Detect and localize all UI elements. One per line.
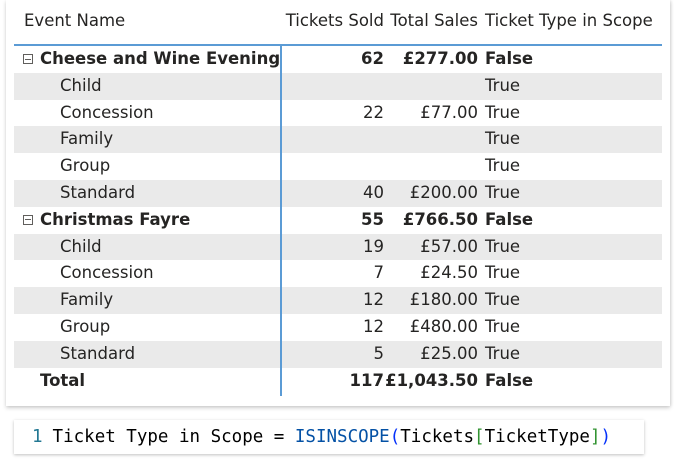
row-header: Child [60,236,102,256]
row-header: Family [60,290,114,310]
row-header: Child [60,75,102,95]
collapse-icon[interactable] [23,54,33,64]
in-scope-value: True [485,75,521,95]
in-scope-value: True [485,102,521,122]
tickets-sold-value: 22 [363,102,384,122]
total-tickets-sold-value: 117 [349,370,384,390]
tickets-sold-value: 19 [363,236,384,256]
in-scope-value: True [485,343,521,363]
in-scope-value: False [485,49,534,68]
total-sales-total-value: £1,043.50 [385,370,478,390]
column-name: TicketType [484,427,590,447]
table-row: Child True [14,72,662,100]
row-header: Standard [60,182,136,202]
column-header-tickets-sold[interactable]: Tickets Sold [286,11,384,30]
tickets-sold-value: 40 [363,182,384,202]
total-label: Total [40,370,86,390]
tickets-sold-value: 7 [373,263,385,283]
table-row: Group True [14,153,662,180]
total-sales-value: £200.00 [409,182,478,202]
total-row: Total 117 £1,043.50 False [14,368,662,395]
row-header: Cheese and Wine Evening [40,49,281,68]
measure-name: Ticket Type in Scope = [52,427,285,447]
in-scope-value: True [485,236,521,256]
group-row-cheese-and-wine-evening: Cheese and Wine Evening 62 £277.00 False [14,46,662,73]
tickets-sold-value: 12 [363,290,384,310]
in-scope-value: True [485,156,521,176]
in-scope-value: True [485,182,521,202]
close-paren: ) [600,427,612,447]
tickets-sold-value: 55 [361,209,384,229]
total-in-scope-value: False [485,370,534,390]
column-header-event-name[interactable]: Event Name [24,11,125,30]
row-header: Concession [60,102,154,122]
table-row: Family True [14,126,662,154]
row-header: Concession [60,263,154,283]
tickets-sold-value: 62 [361,49,384,68]
row-header: Standard [60,343,136,363]
column-header-total-sales[interactable]: Total Sales [390,11,478,30]
dax-formula-bar[interactable]: 1 Ticket Type in Scope = ISINSCOPE(Ticket… [14,420,644,454]
total-sales-value: £77.00 [420,102,478,122]
total-sales-value: £180.00 [409,290,478,310]
in-scope-value: True [485,290,521,310]
in-scope-value: False [485,209,534,229]
row-header: Group [60,156,111,176]
open-paren: ( [389,427,401,447]
line-number: 1 [32,427,43,447]
in-scope-value: True [485,316,521,336]
open-bracket: [ [474,427,485,447]
in-scope-value: True [485,263,521,283]
row-header: Group [60,316,111,336]
table-name: Tickets [400,427,475,447]
group-row-christmas-fayre: Christmas Fayre 55 £766.50 False [14,207,662,234]
tickets-sold-value: 12 [363,316,384,336]
total-sales-value: £480.00 [409,316,478,336]
close-bracket: ] [589,427,601,447]
table-row: Concession 22 £77.00 True [14,100,662,127]
table-row: Family 12 £180.00 True [14,287,662,314]
table-row: Group 12 £480.00 True [14,314,662,341]
column-header-ticket-type-in-scope[interactable]: Ticket Type in Scope [485,11,653,30]
row-header: Christmas Fayre [40,209,191,229]
row-header: Family [60,129,114,149]
table-row: Standard 5 £25.00 True [14,340,662,368]
total-sales-value: £277.00 [402,49,478,68]
function-name: ISINSCOPE [294,427,390,447]
in-scope-value: True [485,129,521,149]
table-row: Concession 7 £24.50 True [14,260,662,287]
total-sales-value: £766.50 [402,209,478,229]
row-header-divider [280,46,282,396]
total-sales-value: £24.50 [420,263,478,283]
table-row: Child 19 £57.00 True [14,233,662,261]
collapse-icon[interactable] [23,214,33,225]
matrix-table: Event Name Tickets Sold Total Sales Tick… [14,0,662,396]
column-header-row: Event Name Tickets Sold Total Sales Tick… [14,0,662,46]
table-row: Standard 40 £200.00 True [14,179,662,207]
tickets-sold-value: 5 [373,343,385,363]
matrix-visual: Event Name Tickets Sold Total Sales Tick… [6,0,670,406]
total-sales-value: £25.00 [420,343,478,363]
total-sales-value: £57.00 [420,236,478,256]
